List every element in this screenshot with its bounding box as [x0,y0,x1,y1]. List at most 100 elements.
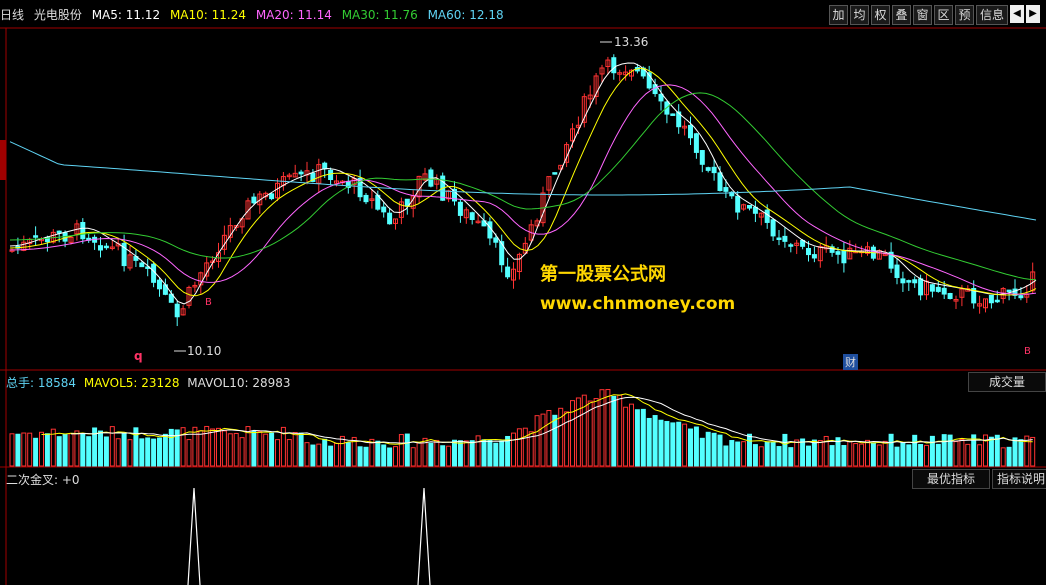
volume-bar [398,434,404,467]
candle-body [493,237,499,243]
volume-bar [652,415,658,467]
period-label[interactable]: 日线 [0,8,24,22]
chart-svg[interactable] [0,0,1046,585]
volume-bar [381,444,387,467]
q-marker: q [134,349,143,363]
volume-bar [457,440,463,467]
volume-tab[interactable]: 成交量 [968,372,1046,392]
toolbar-button-add[interactable]: 加 [829,5,848,25]
volume-bar [776,446,782,467]
candle-body [469,212,475,220]
candle-body [269,193,275,200]
volume-bar [640,408,646,467]
candle-body [1018,295,1024,299]
volume-bar [68,433,74,467]
volume-bar [375,440,381,467]
volume-bar [387,447,393,467]
ma-legend: 日线 光电股份 MA5: 11.12 MA10: 11.24 MA20: 11.… [0,6,860,24]
volume-bar [894,446,900,467]
candle-body [941,287,947,295]
toolbar-button-forecast[interactable]: 预 [955,5,974,25]
volume-bar [44,433,50,467]
volume-bar [747,433,752,467]
candle-body [139,262,145,268]
volume-bar [705,431,711,467]
candle-body [841,250,847,264]
ma5-line [9,62,1037,305]
candle-body [611,57,617,74]
volume-bar [1012,437,1018,467]
signal-spike-1 [187,487,201,585]
volume-bar [27,432,33,467]
candle-body [98,245,103,251]
volume-bar [870,442,876,467]
candle-body [711,166,717,174]
volume-bar [670,422,676,467]
volume-bar [334,442,339,467]
volume-bar [357,446,363,467]
candle-body [806,248,811,256]
volume-bar [605,389,611,467]
volume-bar [33,437,39,467]
mavol5-line [41,393,1033,445]
volume-bar [658,419,664,467]
candle-body [776,237,782,241]
candle-body [174,303,180,318]
volume-bar [977,444,983,467]
toolbar-button-rights[interactable]: 权 [871,5,890,25]
volume-bar [316,443,322,467]
volume-bar [139,438,145,467]
candle-body [705,167,711,171]
toolbar-button-range[interactable]: 区 [934,5,953,25]
volume-bar [900,442,906,467]
volume-bar [363,446,369,467]
scroll-right-icon[interactable]: ▶ [1026,5,1040,23]
candle-body [811,254,817,259]
volume-bar [947,434,953,467]
toolbar-button-info[interactable]: 信息 [976,5,1008,25]
volume-bar [416,442,422,467]
volume-bar [98,430,103,467]
volume-bar [216,427,221,467]
volume-bar [924,444,929,467]
volume-bar [929,435,935,467]
volume-bar [758,446,764,467]
candle-body [157,279,162,290]
candle-body [906,280,912,283]
candle-body [33,235,39,238]
volume-bar [865,439,870,467]
volume-bar [935,443,941,467]
volume-bar [876,444,882,467]
volume-bar [534,415,540,467]
volume-bar [1018,439,1024,467]
volume-bar [829,445,835,467]
volume-bar [546,410,552,467]
indicator-help-tab[interactable]: 指标说明 [992,469,1046,489]
volume-bar [157,437,162,467]
toolbar-button-average[interactable]: 均 [850,5,869,25]
volume-bar [841,445,847,467]
candle-body [900,278,906,284]
toolbar-button-window[interactable]: 窗 [913,5,932,25]
volume-bar [275,439,280,467]
volume-bar [121,432,127,467]
toolbar-button-overlay[interactable]: 叠 [892,5,911,25]
volume-bar [493,442,499,467]
volume-bar [599,389,605,467]
scroll-left-icon[interactable]: ◀ [1010,5,1024,23]
volume-bar [192,426,198,467]
volume-bar [646,417,652,467]
volume-bar [664,421,670,467]
volume-bar [1006,446,1012,467]
best-indicator-tab[interactable]: 最优指标 [912,469,990,489]
candle-body [747,205,752,209]
candle-body [658,93,664,102]
volume-bar [446,445,452,467]
candle-body [994,299,1000,303]
chart-toolbar: 加 均 权 叠 窗 区 预 信息 ◀ ▶ [829,5,1040,25]
finance-marker[interactable]: 财 [843,354,858,370]
volume-bar [440,445,446,467]
volume-bar [717,434,723,467]
candle-body [328,169,334,181]
volume-bar [847,440,853,467]
